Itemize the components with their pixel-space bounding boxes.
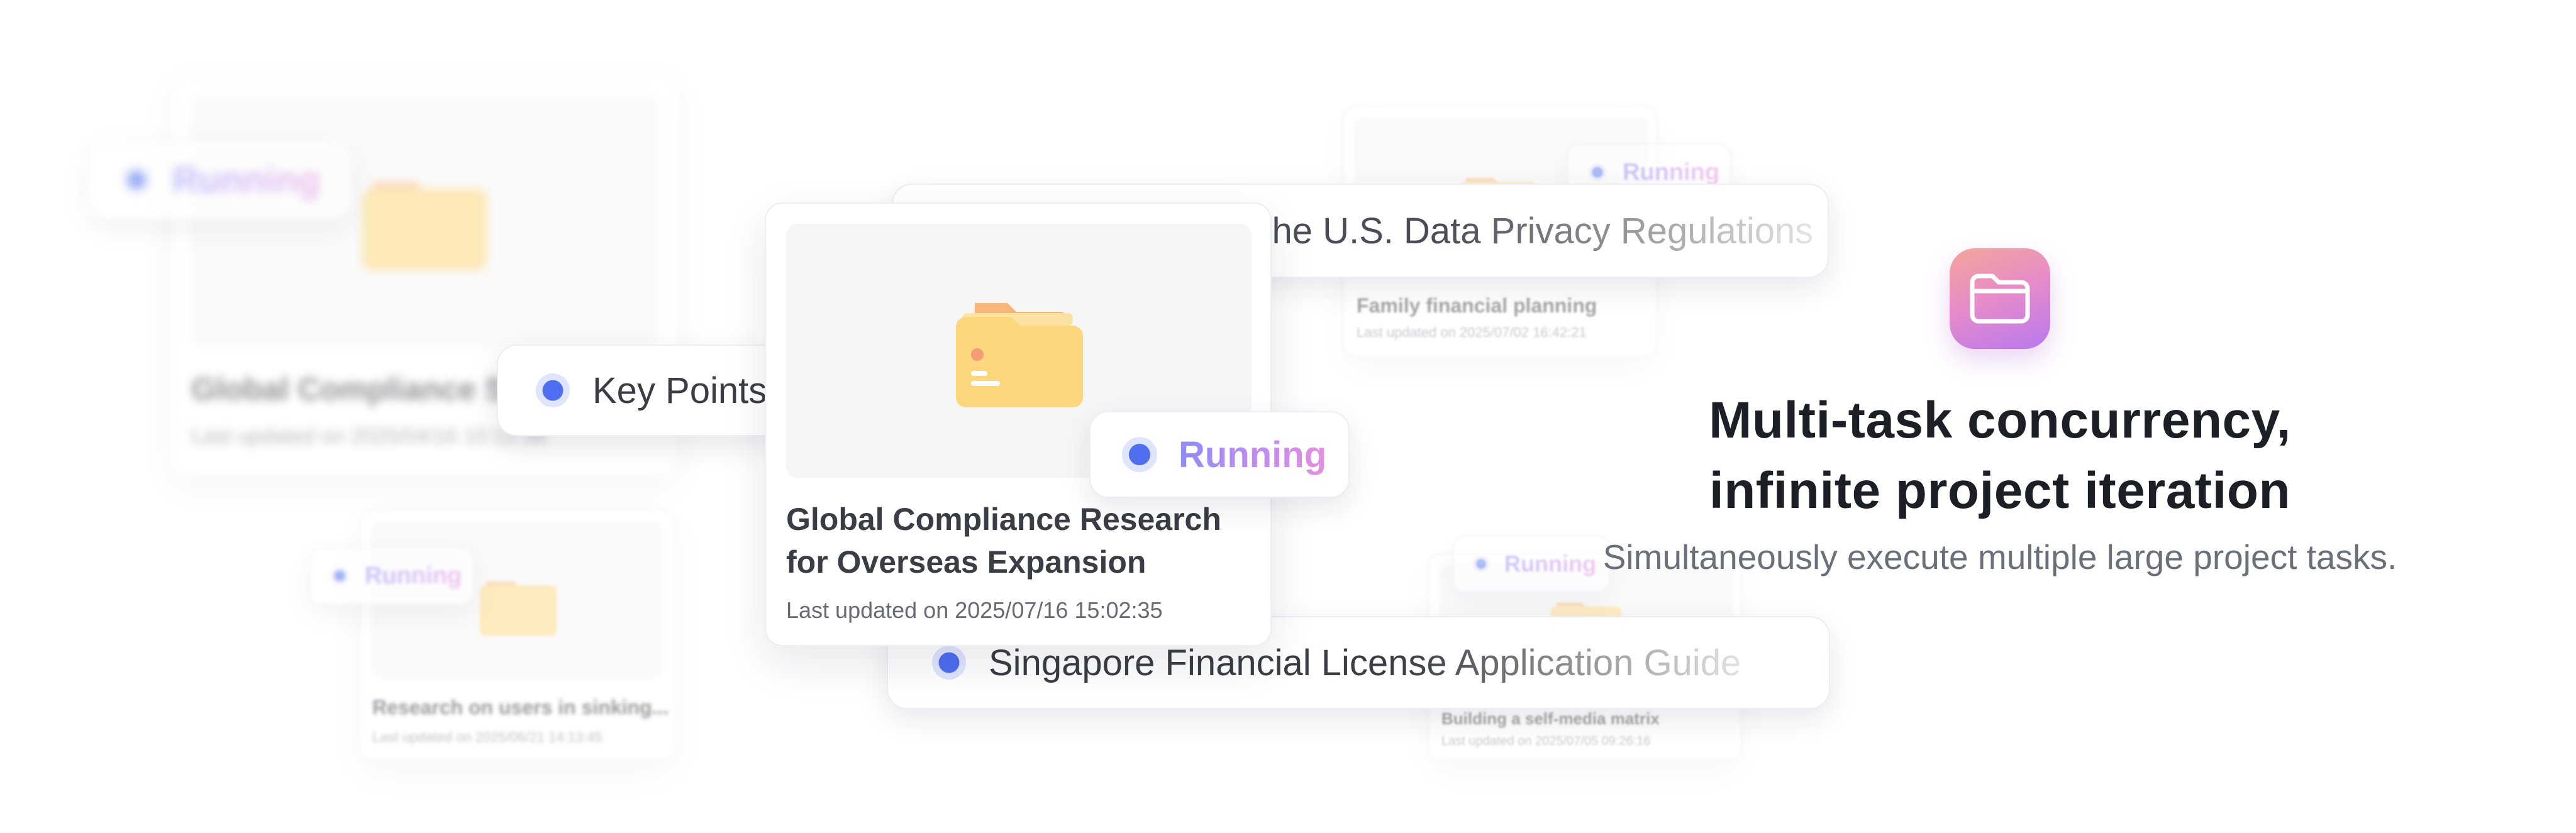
- project-title-line: Global Compliance Research: [786, 502, 1221, 537]
- status-badge-back-left: Running: [88, 140, 352, 220]
- hero-subtitle: Simultaneously execute multiple large pr…: [1602, 538, 2397, 576]
- hero-title-line: infinite project iteration: [1709, 462, 2291, 519]
- status-dot-icon: [122, 165, 151, 194]
- hero-title: Multi-task concurrency, infinite project…: [1535, 385, 2465, 526]
- folder-icon: [480, 582, 557, 636]
- project-updated: Last updated on 2025/07/16 15:02:35: [786, 597, 1163, 623]
- project-title: Global Compliance Research for Overseas …: [786, 498, 1252, 583]
- project-title: Research on users in sinking...: [372, 696, 669, 719]
- status-label: Running: [365, 562, 462, 589]
- hero-section: Multi-task concurrency, infinite project…: [1535, 248, 2465, 579]
- task-pill-label: Key Points: [592, 370, 767, 411]
- project-title: Global Compliance S: [191, 372, 506, 407]
- status-label: Running: [1623, 158, 1720, 185]
- status-label: Running: [172, 159, 321, 201]
- folder-icon: [362, 182, 487, 270]
- project-updated: Last updated on 2025/07/05 09:26:16: [1441, 734, 1651, 748]
- task-dot-icon: [932, 646, 966, 680]
- task-pill-label: Singapore Financial License Application …: [989, 642, 1741, 683]
- hero-title-line: Multi-task concurrency,: [1709, 392, 2291, 449]
- project-title: Building a self-media matrix: [1441, 709, 1660, 728]
- folder-icon: [956, 303, 1083, 407]
- status-dot-icon: [1122, 437, 1157, 472]
- task-dot-icon: [536, 373, 570, 407]
- project-updated: Last updated on 2025/06/21 14:13:45: [372, 729, 602, 745]
- status-label: Running: [1179, 434, 1327, 475]
- project-title-line: for Overseas Expansion: [786, 544, 1146, 580]
- feature-illustration: Global Compliance S Last updated on 2025…: [0, 0, 2576, 833]
- task-pill-key-points[interactable]: Key Points: [497, 345, 792, 436]
- status-dot-icon: [1589, 163, 1606, 181]
- status-dot-icon: [1473, 556, 1489, 572]
- folder-app-icon: [1950, 248, 2050, 349]
- folder-icon: [1970, 273, 2030, 324]
- project-updated: Last updated on 2025/04/16 10:12:36: [191, 424, 547, 448]
- status-badge-small: Running: [309, 547, 474, 605]
- status-dot-icon: [331, 567, 348, 585]
- status-badge-main: Running: [1089, 411, 1350, 498]
